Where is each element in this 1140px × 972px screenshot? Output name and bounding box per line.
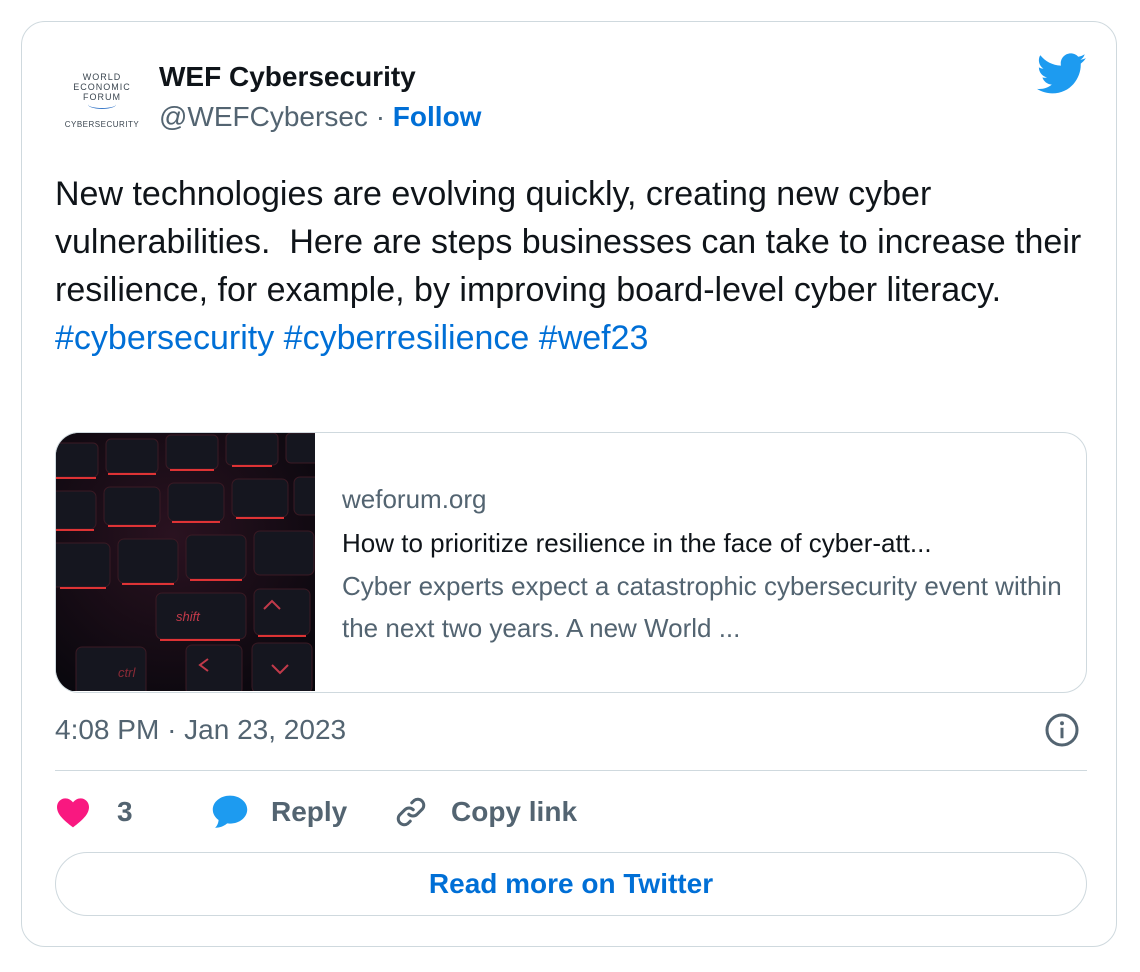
divider	[55, 770, 1087, 771]
avatar-logo-line-4: CYBERSECURITY	[64, 120, 140, 129]
link-description: Cyber experts expect a catastrophic cybe…	[342, 571, 1062, 643]
keyboard-shift-label: shift	[176, 609, 201, 624]
hashtag-cyberresilience[interactable]: #cyberresilience	[284, 319, 530, 357]
link-preview-image: shift ctrl	[56, 433, 315, 691]
copy-link-button[interactable]: Copy link	[393, 790, 577, 834]
tweet-embed-card: WORLD ECONOMIC FORUM CYBERSECURITY WEF C…	[21, 21, 1117, 947]
tweet-text: New technologies are evolving quickly, c…	[55, 170, 1095, 362]
keyboard-ctrl-label: ctrl	[118, 665, 136, 680]
timestamp-separator: ·	[167, 714, 177, 745]
link-title: How to prioritize resilience in the face…	[342, 528, 932, 558]
author-name[interactable]: WEF Cybersecurity	[159, 58, 416, 96]
link-icon	[396, 797, 426, 827]
avatar-logo-arc	[88, 100, 116, 109]
reply-label: Reply	[271, 796, 348, 827]
avatar-logo-line-2: ECONOMIC	[73, 82, 131, 92]
link-domain: weforum.org	[342, 484, 487, 514]
like-count: 3	[117, 796, 133, 827]
twitter-bird-icon[interactable]	[1037, 53, 1087, 95]
author-handle[interactable]: @WEFCybersec	[159, 101, 368, 132]
timestamp-time: 4:08 PM	[55, 714, 160, 745]
hashtag-cybersecurity[interactable]: #cybersecurity	[55, 319, 274, 357]
link-preview-text: weforum.org How to prioritize resilience…	[342, 477, 1062, 649]
like-button[interactable]: 3	[55, 790, 133, 834]
copy-link-label: Copy link	[451, 796, 578, 827]
heart-icon	[57, 798, 89, 828]
timestamp-date: Jan 23, 2023	[184, 714, 347, 745]
avatar-logo-line-1: WORLD	[82, 72, 122, 82]
keyboard-image: shift ctrl	[56, 433, 315, 691]
speech-bubble-icon	[212, 795, 248, 828]
tweet-timestamp[interactable]: 4:08 PM · Jan 23, 2023	[55, 710, 346, 750]
hashtag-wef23[interactable]: #wef23	[539, 319, 649, 357]
tweet-body: New technologies are evolving quickly, c…	[55, 175, 1091, 309]
link-preview-card[interactable]: shift ctrl weforum.org How to prioritize…	[55, 432, 1087, 693]
follow-button[interactable]: Follow	[393, 101, 482, 132]
author-handle-row: @WEFCybersec · Follow	[159, 98, 481, 136]
info-icon[interactable]	[1044, 712, 1080, 748]
reply-button[interactable]: Reply	[211, 790, 347, 834]
handle-separator: ·	[375, 101, 386, 132]
action-bar: 3 Reply Copy link	[55, 790, 1087, 834]
read-more-button[interactable]: Read more on Twitter	[55, 852, 1087, 916]
avatar[interactable]: WORLD ECONOMIC FORUM CYBERSECURITY	[58, 58, 146, 146]
